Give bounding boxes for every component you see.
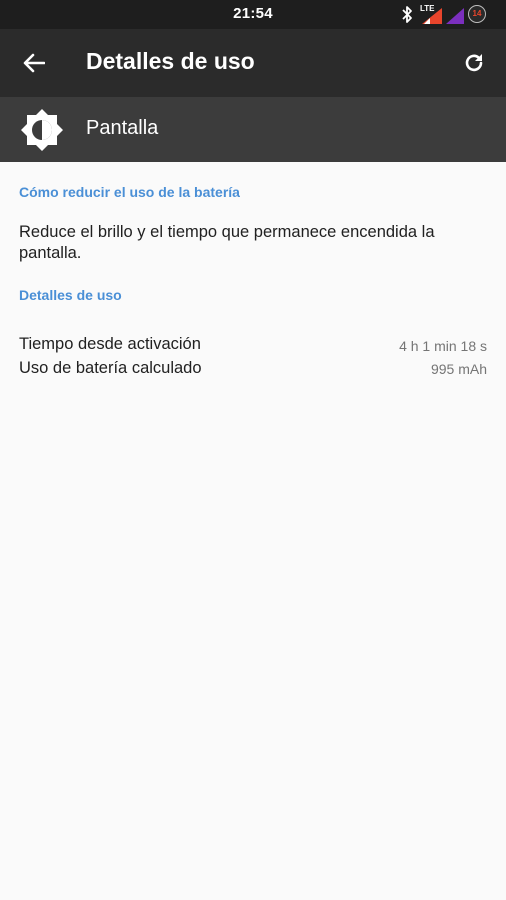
- status-bar: 21:54 LTE 14: [0, 0, 506, 29]
- refresh-button[interactable]: [454, 43, 494, 83]
- back-button[interactable]: [14, 43, 54, 83]
- battery-tips-text: Reduce el brillo y el tiempo que permane…: [19, 223, 435, 262]
- page-title: Detalles de uso: [86, 48, 255, 74]
- brightness-icon: [21, 109, 63, 151]
- usage-row-label: Tiempo desde activación: [19, 335, 201, 353]
- wifi-signal-icon: [446, 8, 464, 24]
- bluetooth-icon: [402, 6, 412, 23]
- lte-signal-icon: LTE: [420, 4, 442, 25]
- battery-level: 14: [472, 9, 482, 18]
- app-header: Pantalla: [0, 97, 506, 162]
- app-name: Pantalla: [86, 117, 159, 139]
- battery-tips-link[interactable]: Cómo reducir el uso de la batería: [19, 184, 240, 200]
- usage-row-value: 4 h 1 min 18 s: [399, 338, 487, 354]
- refresh-icon: [465, 54, 483, 72]
- usage-row-label: Uso de batería calculado: [19, 359, 202, 377]
- usage-details-heading: Detalles de uso: [19, 287, 122, 303]
- back-arrow-icon: [23, 53, 45, 73]
- battery-icon: 14: [468, 5, 486, 23]
- app-bar: Detalles de uso: [0, 29, 506, 97]
- status-icons: LTE 14: [396, 4, 496, 25]
- usage-row-value: 995 mAh: [430, 361, 487, 377]
